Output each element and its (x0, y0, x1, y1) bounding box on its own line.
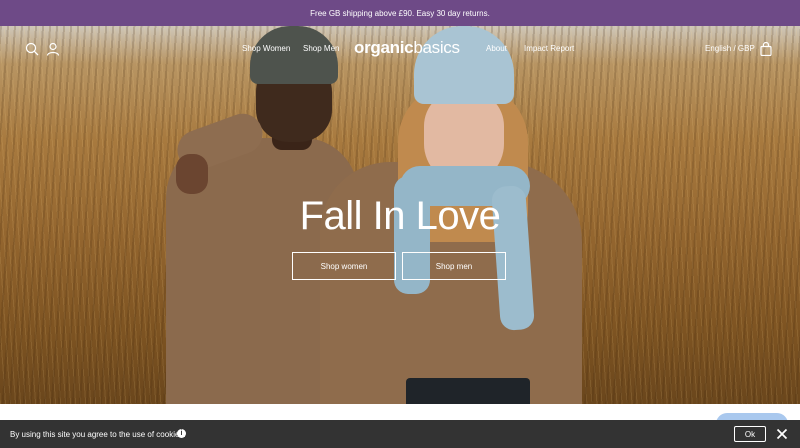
nav-about[interactable]: About (486, 44, 507, 53)
hero-title: Fall In Love (299, 194, 501, 238)
close-icon[interactable] (776, 428, 788, 440)
hero-image-detail (176, 154, 208, 194)
logo-bold-text: organic (354, 38, 414, 57)
announcement-bar: Free GB shipping above £90. Easy 30 day … (0, 0, 800, 26)
cookie-message: By using this site you agree to the use … (10, 430, 186, 439)
nav-impact-report[interactable]: Impact Report (524, 44, 574, 53)
cart-icon[interactable] (759, 42, 773, 56)
locale-selector[interactable]: English / GBP (705, 44, 755, 53)
nav-shop-men[interactable]: Shop Men (303, 44, 339, 53)
announcement-text: Free GB shipping above £90. Easy 30 day … (310, 8, 490, 18)
shop-women-button[interactable]: Shop women (292, 252, 396, 280)
account-icon[interactable] (46, 42, 60, 56)
brand-logo[interactable]: organicbasics (354, 38, 460, 58)
nav-shop-women[interactable]: Shop Women (242, 44, 290, 53)
search-icon[interactable] (25, 42, 39, 56)
logo-light-text: basics (413, 38, 460, 57)
info-icon[interactable]: i (177, 429, 186, 438)
content-strip (0, 404, 800, 420)
hero-banner[interactable]: Fall In Love Shop women Shop men (0, 26, 800, 404)
main-navigation: Shop Women Shop Men organicbasics About … (0, 26, 800, 72)
hero-image-detail (406, 378, 530, 404)
shop-men-button[interactable]: Shop men (402, 252, 506, 280)
cookie-banner: By using this site you agree to the use … (0, 420, 800, 448)
cookie-ok-button[interactable]: Ok (734, 426, 766, 442)
